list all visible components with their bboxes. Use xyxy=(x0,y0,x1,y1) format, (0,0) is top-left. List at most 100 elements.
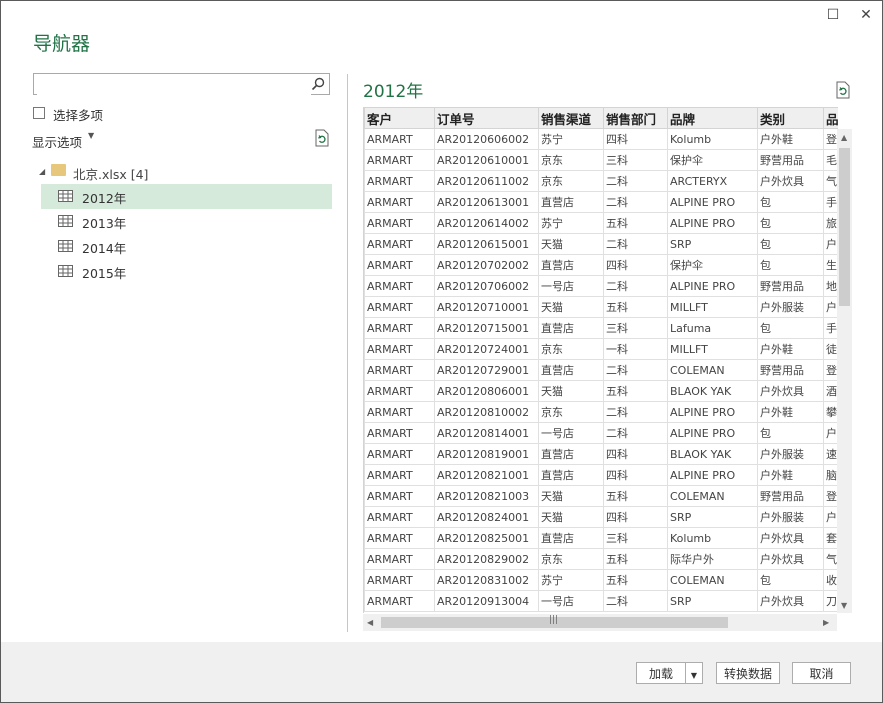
table-row[interactable]: ARMART AR20120821003 天猫 五科 COLEMAN 野营用品登 xyxy=(364,485,838,507)
table-row[interactable]: ARMART AR20120824001 天猫 四科 SRP 户外服装户 xyxy=(364,506,838,528)
table-cell: 户外鞋 xyxy=(757,128,824,150)
cancel-button[interactable]: 取消 xyxy=(792,662,851,684)
table-cell: 包 xyxy=(757,254,824,276)
column-header[interactable]: 类别 xyxy=(757,107,824,129)
table-cell: ALPINE PRO xyxy=(667,464,758,486)
scroll-right-icon[interactable]: ▶ xyxy=(823,618,829,627)
load-dropdown-button[interactable]: ▼ xyxy=(685,662,703,684)
table-row[interactable]: ARMART AR20120710001 天猫 五科 MILLFT 户外服装户 xyxy=(364,296,838,318)
table-cell: 五科 xyxy=(603,548,668,570)
table-cell: AR20120715001 xyxy=(434,317,539,339)
table-cell: 生 xyxy=(823,254,838,276)
table-cell: 户外炊具 xyxy=(757,548,824,570)
table-cell: AR20120814001 xyxy=(434,422,539,444)
table-cell: 包 xyxy=(757,317,824,339)
tree-item-2012[interactable]: 2012年 xyxy=(41,184,332,209)
table-row[interactable]: ARMART AR20120831002 苏宁 五科 COLEMAN 包收 xyxy=(364,569,838,591)
table-cell: SRP xyxy=(667,233,758,255)
table-cell: ARMART xyxy=(364,233,435,255)
table-cell: ARMART xyxy=(364,317,435,339)
table-cell: 直营店 xyxy=(538,527,604,549)
refresh-icon[interactable] xyxy=(313,129,331,147)
display-options-dropdown[interactable]: 显示选项 xyxy=(32,132,82,151)
table-cell: 四科 xyxy=(603,254,668,276)
column-header[interactable]: 销售渠道 xyxy=(538,107,604,129)
close-icon[interactable]: ✕ xyxy=(856,7,876,23)
tree-item-label: 2012年 xyxy=(82,191,127,206)
table-cell: AR20120613001 xyxy=(434,191,539,213)
table-row[interactable]: ARMART AR20120821001 直营店 四科 ALPINE PRO 户外鞋脑 xyxy=(364,464,838,486)
scroll-up-icon[interactable]: ▲ xyxy=(841,133,847,142)
table-cell: ALPINE PRO xyxy=(667,191,758,213)
column-header[interactable]: 品名 xyxy=(823,107,838,129)
table-cell: AR20120825001 xyxy=(434,527,539,549)
pane-divider[interactable] xyxy=(347,74,348,632)
table-row[interactable]: ARMART AR20120913004 一号店 二科 SRP 户外炊具刀 xyxy=(364,590,838,612)
tree-item-label: 2014年 xyxy=(82,241,127,256)
maximize-icon[interactable]: ☐ xyxy=(823,7,843,23)
tree-item-2015[interactable]: 2015年 xyxy=(41,259,332,284)
refresh-preview-icon[interactable] xyxy=(834,81,852,99)
chevron-down-icon[interactable]: ▼ xyxy=(88,131,94,140)
table-cell: MILLFT xyxy=(667,296,758,318)
table-cell: 攀 xyxy=(823,401,838,423)
table-cell: 五科 xyxy=(603,485,668,507)
table-cell: ARMART xyxy=(364,191,435,213)
table-row[interactable]: ARMART AR20120702002 直营店 四科 保护伞包生 xyxy=(364,254,838,276)
table-row[interactable]: ARMART AR20120706002 一号店 二科 ALPINE PRO 野营用品地 xyxy=(364,275,838,297)
multi-select-checkbox[interactable] xyxy=(33,107,45,119)
column-header[interactable]: 销售部门 xyxy=(603,107,668,129)
column-header[interactable]: 品牌 xyxy=(667,107,758,129)
table-cell: ARMART xyxy=(364,422,435,444)
table-row[interactable]: ARMART AR20120724001 京东 一科 MILLFT 户外鞋徒 xyxy=(364,338,838,360)
table-cell: 直营店 xyxy=(538,359,604,381)
table-row[interactable]: ARMART AR20120615001 天猫 二科 SRP 包户 xyxy=(364,233,838,255)
scroll-left-icon[interactable]: ◀ xyxy=(367,618,373,627)
column-header[interactable]: 订单号 xyxy=(434,107,539,129)
table-cell: 直营店 xyxy=(538,443,604,465)
preview-grid[interactable]: 客户订单号销售渠道销售部门品牌类别品名 ARMARTAR20120606002苏… xyxy=(363,107,838,613)
table-cell: ARMART xyxy=(364,506,435,528)
table-row[interactable]: ARMART AR20120825001 直营店 三科 Kolumb 户外炊具套 xyxy=(364,527,838,549)
table-row[interactable]: ARMART AR20120810002 京东 二科 ALPINE PRO 户外鞋攀 xyxy=(364,401,838,423)
table-cell: 户外鞋 xyxy=(757,338,824,360)
table-row[interactable]: ARMART AR20120606002 苏宁 四科 Kolumb 户外鞋登 xyxy=(364,128,838,150)
table-cell: 户 xyxy=(823,233,838,255)
table-cell: 京东 xyxy=(538,548,604,570)
table-cell: 户外服装 xyxy=(757,296,824,318)
vertical-scroll-thumb[interactable] xyxy=(839,148,850,306)
table-row[interactable]: ARMART AR20120806001 天猫 五科 BLAOK YAK 户外炊具酒 xyxy=(364,380,838,402)
transform-data-button[interactable]: 转换数据 xyxy=(716,662,780,684)
table-cell: 二科 xyxy=(603,422,668,444)
search-input[interactable] xyxy=(33,73,330,95)
collapse-caret-icon[interactable]: ◢ xyxy=(39,167,45,176)
load-button[interactable]: 加载 xyxy=(636,662,686,684)
table-row[interactable]: ARMART AR20120715001 直营店 三科 Lafuma 包手 xyxy=(364,317,838,339)
table-cell: 户外服装 xyxy=(757,443,824,465)
table-cell: ARMART xyxy=(364,296,435,318)
table-cell: 气 xyxy=(823,548,838,570)
table-cell: 天猫 xyxy=(538,380,604,402)
tree-item-2013[interactable]: 2013年 xyxy=(41,209,332,234)
search-icon[interactable] xyxy=(311,77,325,91)
scroll-down-icon[interactable]: ▼ xyxy=(841,601,847,610)
table-cell: AR20120810002 xyxy=(434,401,539,423)
table-cell: 天猫 xyxy=(538,485,604,507)
column-header[interactable]: 客户 xyxy=(364,107,435,129)
tree-folder-label[interactable]: 北京.xlsx [4] xyxy=(73,164,148,183)
table-row[interactable]: ARMART AR20120819001 直营店 四科 BLAOK YAK 户外服装速 xyxy=(364,443,838,465)
table-row[interactable]: ARMART AR20120814001 一号店 二科 ALPINE PRO 包户 xyxy=(364,422,838,444)
table-row[interactable]: ARMART AR20120611002 京东 二科 ARCTERYX 户外炊具气 xyxy=(364,170,838,192)
table-cell: 保护伞 xyxy=(667,149,758,171)
horizontal-scroll-thumb[interactable]: ||| xyxy=(381,615,728,628)
table-row[interactable]: ARMART AR20120729001 直营店 二科 COLEMAN 野营用品登 xyxy=(364,359,838,381)
table-row[interactable]: ARMART AR20120613001 直营店 二科 ALPINE PRO 包手 xyxy=(364,191,838,213)
table-cell: 二科 xyxy=(603,590,668,612)
table-row[interactable]: ARMART AR20120614002 苏宁 五科 ALPINE PRO 包旅 xyxy=(364,212,838,234)
table-cell: 保护伞 xyxy=(667,254,758,276)
search-field[interactable] xyxy=(37,75,311,95)
table-cell: Kolumb xyxy=(667,128,758,150)
table-row[interactable]: ARMART AR20120610001 京东 三科 保护伞 野营用品毛 xyxy=(364,149,838,171)
table-row[interactable]: ARMART AR20120829002 京东 五科 际华户外 户外炊具气 xyxy=(364,548,838,570)
tree-item-2014[interactable]: 2014年 xyxy=(41,234,332,259)
